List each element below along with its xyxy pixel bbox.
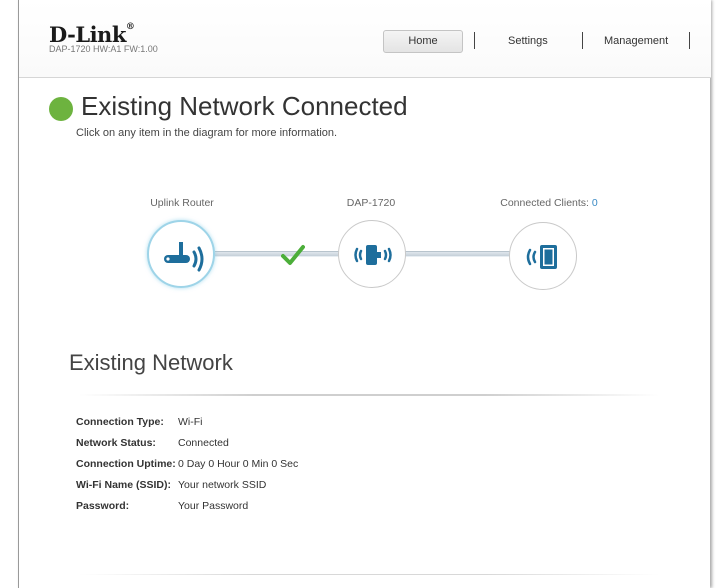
info-label: Wi-Fi Name (SSID): (76, 479, 171, 491)
info-row-wifi-name: Wi-Fi Name (SSID): Your network SSID (76, 479, 266, 491)
nav-divider (582, 32, 583, 49)
bottom-divider (79, 574, 659, 575)
section-title: Existing Network (69, 350, 233, 375)
info-label: Connection Type: (76, 416, 164, 428)
client-connection-line (402, 251, 512, 257)
info-value: Your Password (178, 500, 249, 512)
uplink-router-label: Uplink Router (150, 197, 214, 209)
check-icon (281, 245, 305, 265)
model-info: DAP-1720 HW:A1 FW:1.00 (49, 44, 158, 54)
info-row-network-status: Network Status: Connected (76, 437, 229, 449)
info-value: Wi-Fi (178, 416, 203, 428)
extender-icon (354, 245, 392, 265)
page-frame: D-Link® DAP-1720 HW:A1 FW:1.00 Home Sett… (18, 0, 711, 588)
info-value: Connected (178, 437, 229, 449)
connected-clients-label: Connected Clients: 0 (500, 197, 598, 209)
dap-1720-node[interactable] (338, 220, 406, 288)
nav-settings-link[interactable]: Settings (508, 35, 548, 47)
uplink-connection-line (215, 251, 340, 257)
info-value: Your network SSID (178, 479, 267, 491)
info-label: Network Status: (76, 437, 156, 449)
clients-count[interactable]: 0 (592, 197, 598, 209)
nav-management-link[interactable]: Management (604, 35, 668, 47)
status-indicator-dot (49, 97, 73, 121)
info-label: Password: (76, 500, 130, 512)
info-row-connection-uptime: Connection Uptime: 0 Day 0 Hour 0 Min 0 S… (76, 458, 298, 470)
nav-divider (474, 32, 475, 49)
device-label: DAP-1720 (346, 197, 396, 209)
section-divider (79, 394, 659, 396)
nav-divider (689, 32, 690, 49)
nav-home-button[interactable]: Home (383, 30, 463, 53)
info-value: 0 Day 0 Hour 0 Min 0 Sec (178, 458, 299, 470)
connected-clients-node[interactable] (509, 222, 577, 290)
info-row-password: Password: Your Password (76, 500, 248, 512)
info-row-connection-type: Connection Type: Wi-Fi (76, 416, 203, 428)
page-title: Existing Network Connected (81, 91, 408, 121)
header-bar: D-Link® DAP-1720 HW:A1 FW:1.00 Home Sett… (19, 0, 711, 78)
tablet-icon (526, 245, 557, 269)
uplink-router-node[interactable] (147, 220, 215, 288)
info-label: Connection Uptime: (76, 458, 176, 470)
page-subtitle: Click on any item in the diagram for mor… (76, 127, 338, 139)
router-icon (164, 242, 204, 272)
